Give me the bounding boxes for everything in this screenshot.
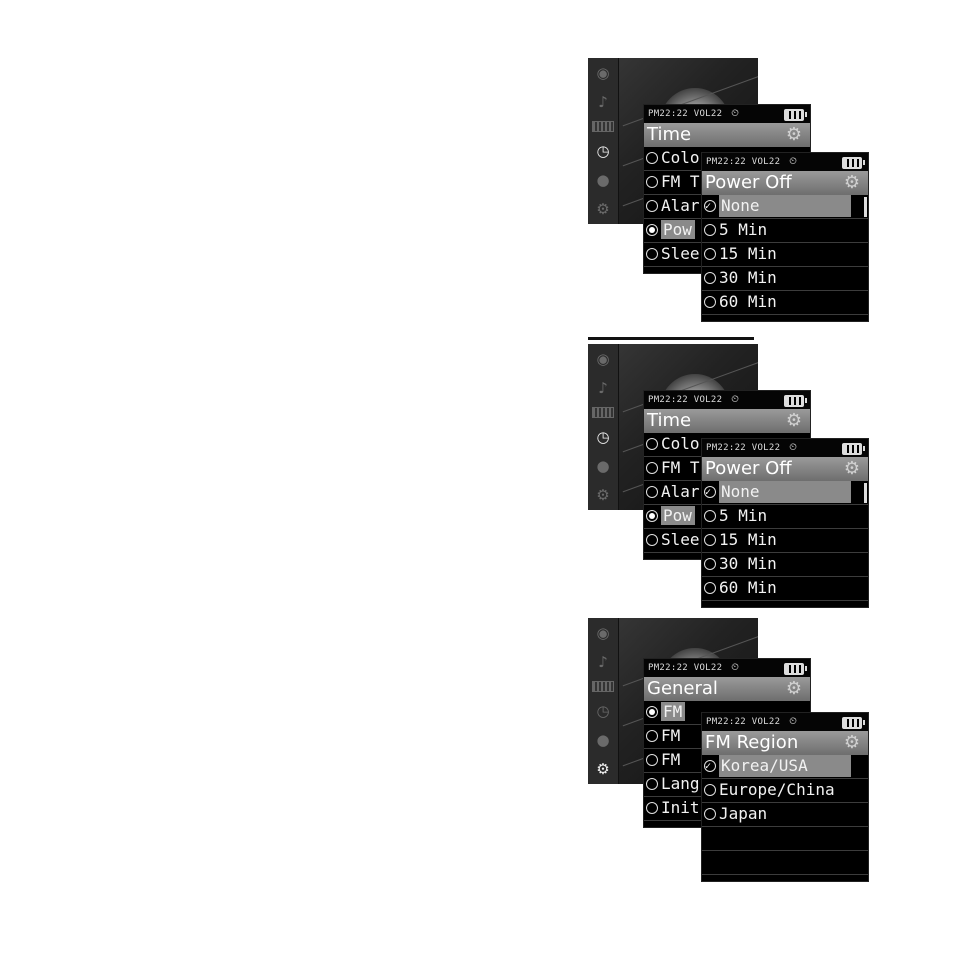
option-item[interactable]: Japan: [702, 803, 868, 827]
battery-status-icon: [842, 157, 865, 169]
time-label: PM22:22: [648, 395, 689, 405]
option-item[interactable]: 60 Min: [702, 577, 868, 601]
option-item-selected[interactable]: None: [702, 481, 868, 505]
time-label: PM22:22: [706, 443, 747, 453]
battery-status-icon: [842, 443, 865, 455]
disc-icon[interactable]: ◉: [593, 623, 613, 643]
mic-icon[interactable]: ●: [593, 170, 613, 190]
submenu-title: Power Off ⚙: [702, 171, 868, 195]
volume-label: VOL22: [693, 395, 723, 405]
time-label: PM22:22: [648, 663, 689, 673]
menu-title: Time ⚙: [644, 123, 810, 147]
option-item-selected[interactable]: None: [702, 195, 868, 219]
power-off-window: PM22:22 VOL22 ⏲ Power Off ⚙ None 5 Min 1…: [701, 152, 869, 322]
battery-icon[interactable]: [592, 406, 614, 418]
gear-icon: ⚙: [785, 678, 803, 699]
clock-icon[interactable]: ◷: [593, 141, 613, 161]
scrollbar[interactable]: [864, 197, 867, 217]
settings-icon[interactable]: ⚙: [593, 199, 613, 219]
battery-icon[interactable]: [592, 120, 614, 132]
option-item[interactable]: 60 Min: [702, 291, 868, 315]
battery-status-icon: [842, 717, 865, 729]
submenu-title: FM Region ⚙: [702, 731, 868, 755]
option-item-selected[interactable]: Korea/USA: [702, 755, 868, 779]
option-item[interactable]: 15 Min: [702, 529, 868, 553]
power-off-window: PM22:22 VOL22 ⏲ Power Off ⚙ None 5 Min 1…: [701, 438, 869, 608]
volume-label: VOL22: [693, 663, 723, 673]
alarm-icon: ⏲: [789, 716, 798, 727]
mic-icon[interactable]: ●: [593, 730, 613, 750]
menu-title: Time ⚙: [644, 409, 810, 433]
status-bar: PM22:22 VOL22 ⏲: [644, 659, 810, 677]
battery-status-icon: [784, 109, 807, 121]
fm-region-window: PM22:22 VOL22 ⏲ FM Region ⚙ Korea/USA Eu…: [701, 712, 869, 882]
empty-row: [702, 851, 868, 875]
volume-label: VOL22: [693, 109, 723, 119]
scrollbar[interactable]: [864, 483, 867, 503]
status-bar: PM22:22 VOL22 ⏲: [702, 439, 868, 457]
alarm-icon: ⏲: [789, 156, 798, 167]
option-item[interactable]: 30 Min: [702, 267, 868, 291]
option-item[interactable]: 30 Min: [702, 553, 868, 577]
mode-icon-bar: ◉ ♪ ◷ ● ⚙: [588, 618, 619, 784]
gear-icon: ⚙: [785, 124, 803, 145]
clock-icon[interactable]: ◷: [593, 701, 613, 721]
screen-group-3: ◉ ♪ ◷ ● ⚙ PM22:22 VOL22 ⏲ General ⚙ FM F…: [585, 612, 875, 882]
option-item[interactable]: 5 Min: [702, 219, 868, 243]
gear-icon: ⚙: [843, 172, 861, 193]
disc-icon[interactable]: ◉: [593, 63, 613, 83]
mic-icon[interactable]: ●: [593, 456, 613, 476]
volume-label: VOL22: [751, 443, 781, 453]
empty-row: [702, 827, 868, 851]
status-bar: PM22:22 VOL22 ⏲: [644, 391, 810, 409]
screen-group-1: ◉ ♪ ◷ ● ⚙ PM22:22 VOL22 ⏲ Time ⚙ Colo FM…: [585, 52, 875, 322]
volume-label: VOL22: [751, 157, 781, 167]
option-item[interactable]: 15 Min: [702, 243, 868, 267]
alarm-icon: ⏲: [731, 108, 740, 119]
alarm-icon: ⏲: [731, 394, 740, 405]
battery-status-icon: [784, 395, 807, 407]
gear-icon: ⚙: [843, 732, 861, 753]
battery-status-icon: [784, 663, 807, 675]
battery-icon[interactable]: [592, 680, 614, 692]
music-icon[interactable]: ♪: [593, 378, 613, 398]
option-item[interactable]: 5 Min: [702, 505, 868, 529]
clock-icon[interactable]: ◷: [593, 427, 613, 447]
screen-group-2: ◉ ♪ ◷ ● ⚙ PM22:22 VOL22 ⏲ Time ⚙ Colo FM…: [585, 338, 875, 608]
mode-icon-bar: ◉ ♪ ◷ ● ⚙: [588, 58, 619, 224]
time-label: PM22:22: [706, 157, 747, 167]
gear-icon: ⚙: [785, 410, 803, 431]
settings-icon[interactable]: ⚙: [593, 759, 613, 779]
status-bar: PM22:22 VOL22 ⏲: [702, 153, 868, 171]
time-label: PM22:22: [706, 717, 747, 727]
option-item[interactable]: Europe/China: [702, 779, 868, 803]
music-icon[interactable]: ♪: [593, 652, 613, 672]
gear-icon: ⚙: [843, 458, 861, 479]
settings-icon[interactable]: ⚙: [593, 485, 613, 505]
music-icon[interactable]: ♪: [593, 92, 613, 112]
status-bar: PM22:22 VOL22 ⏲: [644, 105, 810, 123]
disc-icon[interactable]: ◉: [593, 349, 613, 369]
menu-title: General ⚙: [644, 677, 810, 701]
alarm-icon: ⏲: [789, 442, 798, 453]
alarm-icon: ⏲: [731, 662, 740, 673]
volume-label: VOL22: [751, 717, 781, 727]
time-label: PM22:22: [648, 109, 689, 119]
status-bar: PM22:22 VOL22 ⏲: [702, 713, 868, 731]
mode-icon-bar: ◉ ♪ ◷ ● ⚙: [588, 344, 619, 510]
submenu-title: Power Off ⚙: [702, 457, 868, 481]
